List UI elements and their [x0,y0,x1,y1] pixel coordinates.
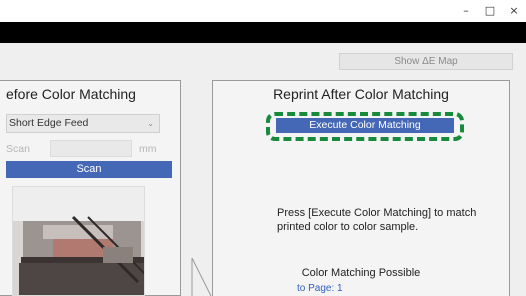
show-delta-e-map-button[interactable]: Show ΔE Map [339,53,513,70]
execute-color-matching-button[interactable]: Execute Color Matching [276,118,454,133]
chevron-down-icon: ⌄ [147,119,154,128]
panel-connector [191,258,212,296]
before-panel-title: efore Color Matching [6,86,136,102]
maximize-icon[interactable]: □ [482,3,498,19]
feed-direction-select[interactable]: Short Edge Feed ⌄ [6,114,160,133]
scan-button[interactable]: Scan [6,161,172,178]
printer-preview-image [12,186,145,296]
scan-length-input[interactable] [50,140,132,157]
minimize-icon[interactable]: – [458,3,474,19]
status-text: Color Matching Possible [301,267,421,279]
to-page-field[interactable]: to Page: 1 [297,283,343,294]
after-panel-title: Reprint After Color Matching [273,86,449,102]
feed-select-value: Short Edge Feed [9,117,89,129]
scan-field-label: Scan [6,143,30,155]
scan-unit-label: mm [139,143,157,155]
header-band [0,22,526,43]
title-bar: – □ × [0,0,526,22]
instructions-text: Press [Execute Color Matching] to match … [277,207,477,233]
printer-photo-graphic [13,187,144,295]
close-icon[interactable]: × [506,3,522,19]
